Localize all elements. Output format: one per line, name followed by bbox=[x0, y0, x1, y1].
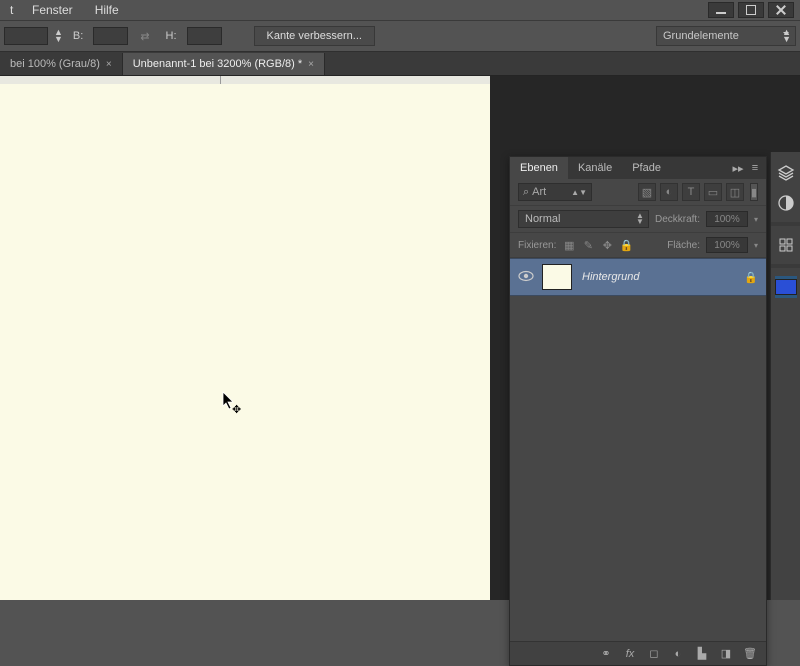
dropdown-arrows-icon: ▲▼ bbox=[54, 29, 63, 43]
layer-style-icon[interactable]: fx bbox=[622, 646, 638, 662]
color-swatch[interactable] bbox=[775, 276, 797, 298]
document-tab[interactable]: Unbenannt-1 bei 3200% (RGB/8) * × bbox=[123, 53, 325, 75]
filter-toggle-switch[interactable]: ▮ bbox=[750, 183, 758, 201]
tab-channels[interactable]: Kanäle bbox=[568, 157, 622, 179]
layer-list: Hintergrund 🔒 bbox=[510, 258, 766, 641]
document-tabbar: bei 100% (Grau/8) × Unbenannt-1 bei 3200… bbox=[0, 52, 800, 76]
lock-position-icon[interactable]: ✥ bbox=[600, 238, 614, 252]
lock-all-icon[interactable]: 🔒 bbox=[619, 238, 633, 252]
menu-truncated[interactable]: t bbox=[0, 1, 20, 19]
refine-edge-button[interactable]: Kante verbessern... bbox=[254, 26, 375, 46]
titlebar: t Fenster Hilfe bbox=[0, 0, 800, 20]
visibility-icon[interactable] bbox=[518, 270, 532, 284]
dropdown-arrows-icon: ▲▼ bbox=[571, 188, 587, 197]
layer-name-label[interactable]: Hintergrund bbox=[582, 271, 639, 283]
search-icon: ⌕ bbox=[523, 186, 529, 199]
maximize-button[interactable] bbox=[738, 2, 764, 18]
fill-input[interactable]: 100% bbox=[706, 237, 748, 253]
dropdown-arrows-icon: ▲▼ bbox=[636, 213, 644, 225]
menu-help[interactable]: Hilfe bbox=[85, 1, 129, 19]
height-input[interactable] bbox=[187, 27, 222, 45]
menubar: t Fenster Hilfe bbox=[0, 1, 129, 19]
layer-row[interactable]: Hintergrund 🔒 bbox=[510, 258, 766, 296]
new-group-icon[interactable]: ▙ bbox=[694, 646, 710, 662]
panel-menu-icon[interactable]: ≡ bbox=[748, 161, 762, 175]
layers-panel: Ebenen Kanäle Pfade ▸▸ ≡ ⌕ Art ▲▼ ▧ ◐ T … bbox=[509, 156, 767, 666]
option-dropdown-1[interactable] bbox=[4, 27, 48, 45]
filter-image-icon[interactable]: ▧ bbox=[638, 183, 656, 201]
window-controls bbox=[708, 2, 794, 18]
blend-mode-label: Normal bbox=[525, 213, 560, 225]
right-rail bbox=[770, 152, 800, 600]
close-button[interactable] bbox=[768, 2, 794, 18]
ruler-horizontal[interactable] bbox=[0, 76, 490, 84]
blend-mode-dropdown[interactable]: Normal ▲▼ bbox=[518, 210, 649, 228]
fill-label: Fläche: bbox=[667, 240, 700, 251]
filter-shape-icon[interactable]: ▭ bbox=[704, 183, 722, 201]
tab-close-icon[interactable]: × bbox=[106, 59, 112, 70]
dropdown-arrows-icon: ▲▼ bbox=[782, 29, 791, 43]
layer-thumbnail[interactable] bbox=[542, 264, 572, 290]
paragraph-styles-icon[interactable] bbox=[775, 234, 797, 256]
lock-row: Fixieren: ▦ ✎ ✥ 🔒 Fläche: 100% ▾ bbox=[510, 233, 766, 258]
swap-icon[interactable]: ⇄ bbox=[134, 30, 155, 43]
opacity-label: Deckkraft: bbox=[655, 214, 700, 225]
filter-label: Art bbox=[532, 186, 546, 198]
tab-layers[interactable]: Ebenen bbox=[510, 157, 568, 179]
tab-close-icon[interactable]: × bbox=[308, 59, 314, 70]
filter-row: ⌕ Art ▲▼ ▧ ◐ T ▭ ◫ ▮ bbox=[510, 179, 766, 206]
adjustments-icon[interactable] bbox=[775, 192, 797, 214]
options-bar: ▲▼ B: ⇄ H: Kante verbessern... Grundelem… bbox=[0, 20, 800, 52]
dropdown-icon[interactable]: ▾ bbox=[754, 215, 758, 224]
lock-transparency-icon[interactable]: ▦ bbox=[562, 238, 576, 252]
tab-label: bei 100% (Grau/8) bbox=[10, 58, 100, 70]
workspace-dropdown[interactable]: Grundelemente ▲▼ bbox=[656, 26, 796, 46]
document-tab[interactable]: bei 100% (Grau/8) × bbox=[0, 53, 123, 75]
workspace-area: ✥ Ebenen Kanäle Pfade ▸▸ ≡ ⌕ Art ▲▼ ▧ ◐ … bbox=[0, 76, 800, 600]
canvas[interactable] bbox=[0, 84, 490, 600]
ruler-tick bbox=[220, 76, 221, 84]
height-label: H: bbox=[162, 30, 181, 42]
filter-type-icon[interactable]: T bbox=[682, 183, 700, 201]
tab-label: Unbenannt-1 bei 3200% (RGB/8) * bbox=[133, 58, 302, 70]
filter-adjustment-icon[interactable]: ◐ bbox=[660, 183, 678, 201]
opacity-input[interactable]: 100% bbox=[706, 211, 748, 227]
filter-type-dropdown[interactable]: ⌕ Art ▲▼ bbox=[518, 183, 592, 201]
panel-footer: ⚭ fx ◻ ◐ ▙ ◨ 🗑 bbox=[510, 641, 766, 665]
layers-toggle-icon[interactable] bbox=[775, 162, 797, 184]
menu-window[interactable]: Fenster bbox=[22, 1, 83, 19]
link-layers-icon[interactable]: ⚭ bbox=[598, 646, 614, 662]
tab-paths[interactable]: Pfade bbox=[622, 157, 671, 179]
lock-label: Fixieren: bbox=[518, 240, 556, 251]
dropdown-icon[interactable]: ▾ bbox=[754, 241, 758, 250]
new-layer-icon[interactable]: ◨ bbox=[718, 646, 734, 662]
panel-collapse-icon[interactable]: ▸▸ bbox=[731, 161, 745, 175]
panel-tabs: Ebenen Kanäle Pfade ▸▸ ≡ bbox=[510, 157, 766, 179]
adjustment-layer-icon[interactable]: ◐ bbox=[670, 646, 686, 662]
lock-pixels-icon[interactable]: ✎ bbox=[581, 238, 595, 252]
workspace-label: Grundelemente bbox=[663, 30, 739, 42]
add-mask-icon[interactable]: ◻ bbox=[646, 646, 662, 662]
minimize-button[interactable] bbox=[708, 2, 734, 18]
lock-icon: 🔒 bbox=[744, 271, 758, 284]
delete-layer-icon[interactable]: 🗑 bbox=[742, 646, 758, 662]
width-label: B: bbox=[69, 30, 87, 42]
foreground-color-swatch[interactable] bbox=[775, 279, 797, 295]
blend-row: Normal ▲▼ Deckkraft: 100% ▾ bbox=[510, 206, 766, 233]
filter-smart-icon[interactable]: ◫ bbox=[726, 183, 744, 201]
width-input[interactable] bbox=[93, 27, 128, 45]
